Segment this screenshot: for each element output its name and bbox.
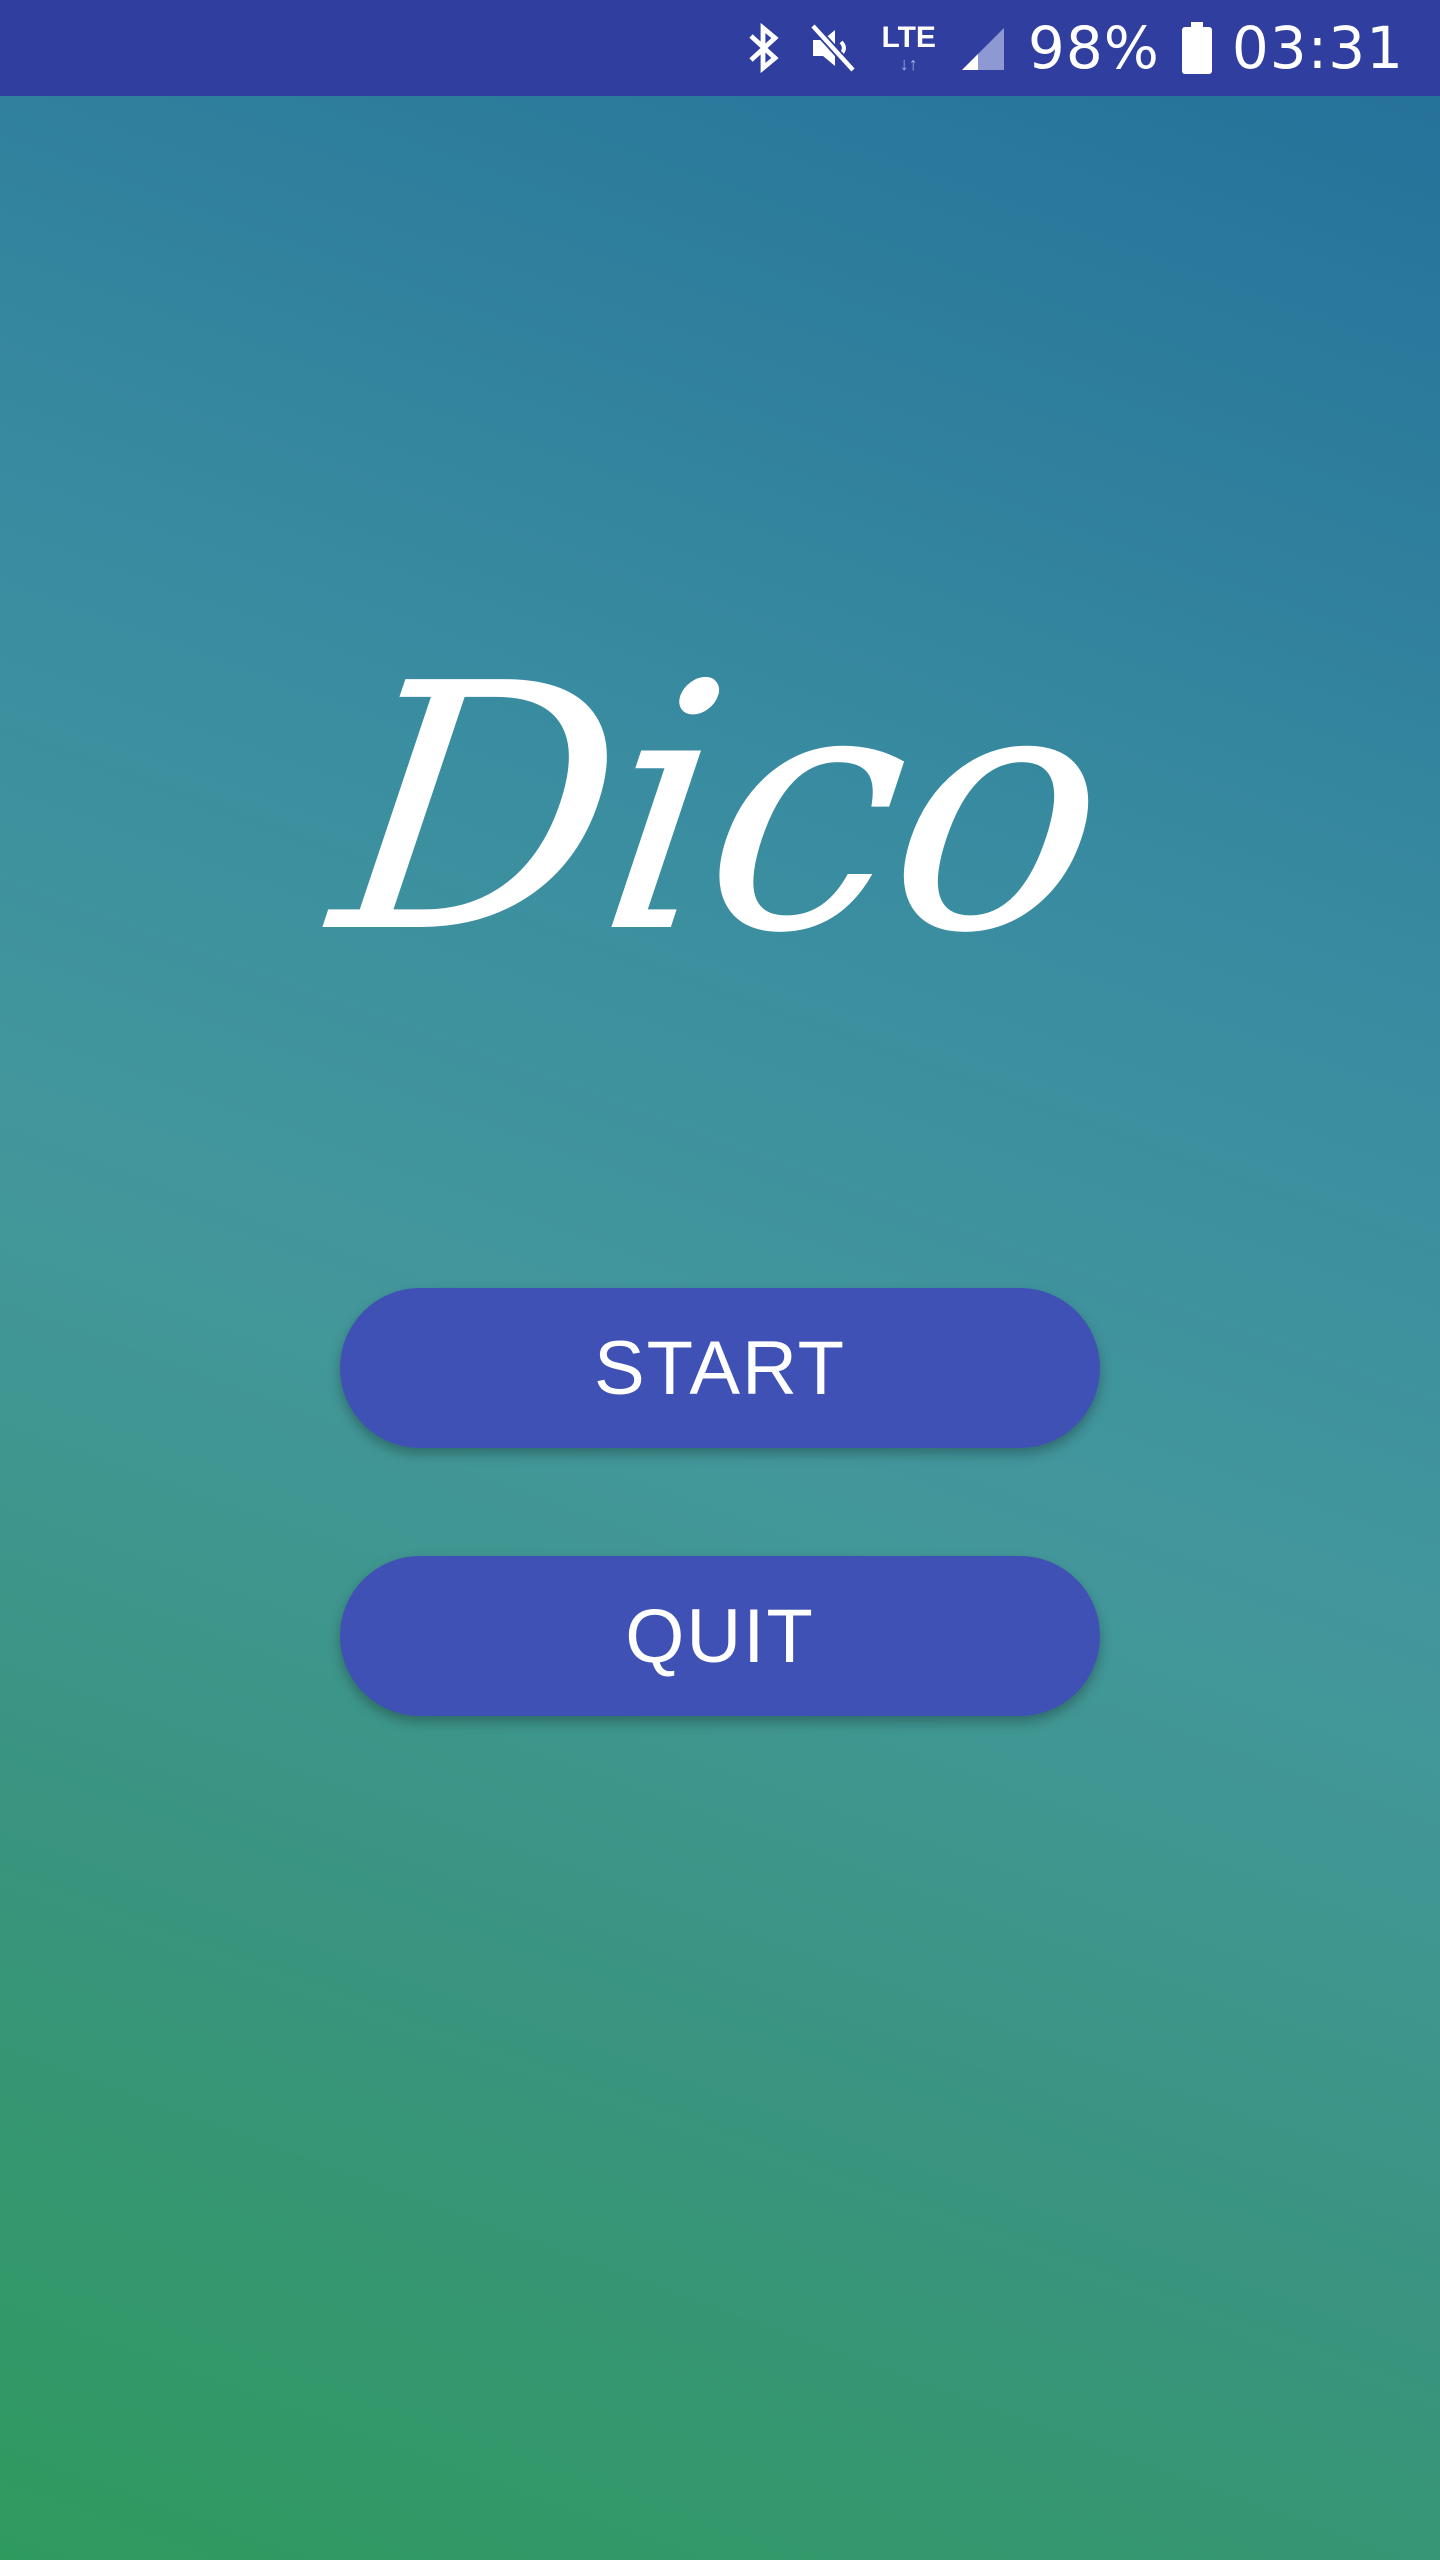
lte-icon: LTE ↓↑ (881, 21, 936, 74)
start-button[interactable]: START (340, 1288, 1100, 1448)
data-arrows-icon: ↓↑ (899, 54, 918, 74)
status-icons: LTE ↓↑ 98% 03:31 (723, 0, 1404, 96)
quit-button[interactable]: QUIT (340, 1556, 1100, 1716)
battery-percent: 98% (1027, 14, 1160, 82)
start-button-label: START (593, 1325, 847, 1411)
app-screen: LTE ↓↑ 98% 03:31 Dico START QUIT (0, 0, 1440, 2560)
network-label: LTE (881, 21, 936, 54)
app-logo: Dico (0, 600, 1440, 1020)
signal-icon (958, 22, 1008, 74)
battery-icon (1181, 22, 1212, 74)
logo-text: Dico (315, 612, 1125, 1008)
quit-button-label: QUIT (625, 1593, 815, 1679)
bluetooth-icon (745, 20, 785, 76)
clock-time: 03:31 (1231, 14, 1404, 82)
status-bar: LTE ↓↑ 98% 03:31 (0, 0, 1440, 96)
mute-icon (807, 20, 859, 76)
